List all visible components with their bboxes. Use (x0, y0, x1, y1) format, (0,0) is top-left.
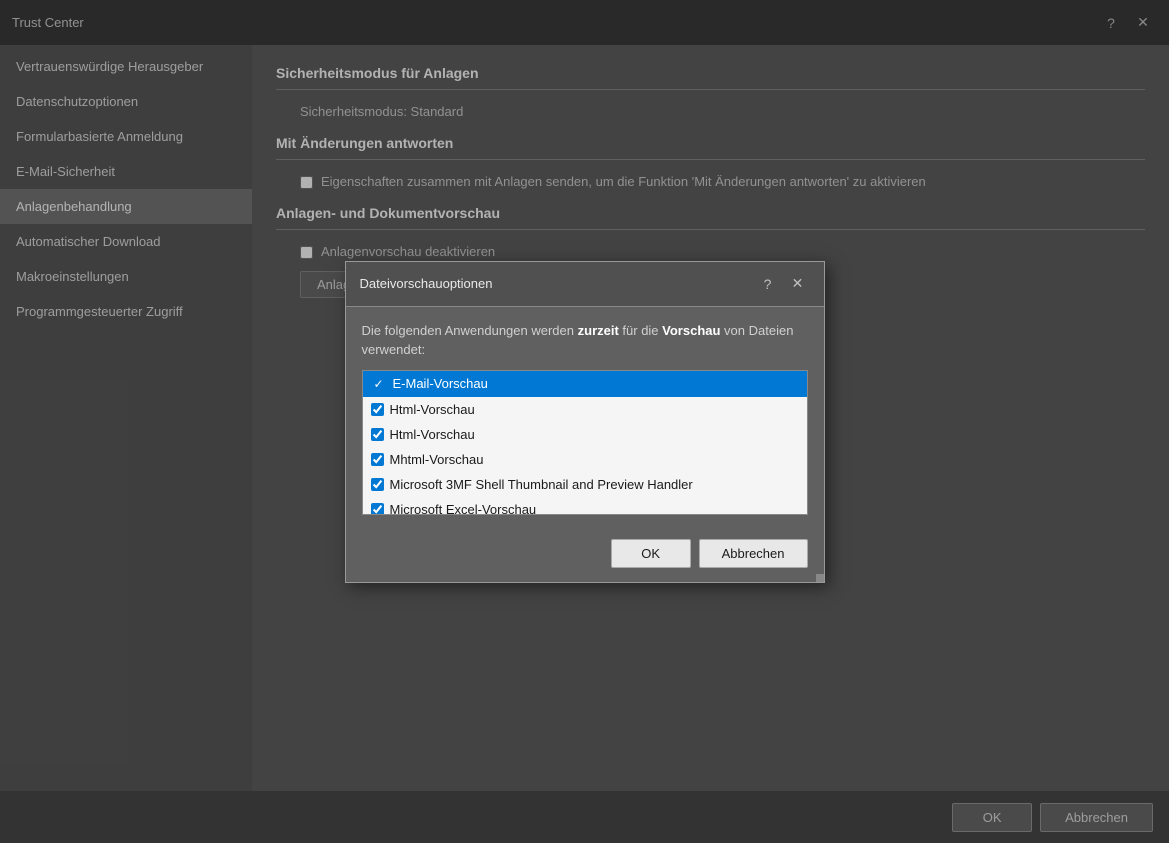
list-checkbox[interactable] (371, 453, 384, 466)
dialog-description: Die folgenden Anwendungen werden zurzeit… (362, 321, 808, 360)
list-item-label: E-Mail-Vorschau (393, 376, 488, 391)
list-item[interactable]: ✓ E-Mail-Vorschau (363, 371, 807, 397)
list-item-label: Html-Vorschau (390, 402, 475, 417)
list-item[interactable]: Html-Vorschau (363, 397, 807, 422)
dialog-cancel-button[interactable]: Abbrechen (699, 539, 808, 568)
list-checkbox[interactable] (371, 403, 384, 416)
dialog-help-button[interactable]: ? (756, 272, 780, 296)
dialog-body: Die folgenden Anwendungen werden zurzeit… (346, 307, 824, 529)
dialog-title-bar: Dateivorschauoptionen ? ✕ (346, 262, 824, 307)
dialog-title-controls: ? ✕ (756, 272, 810, 296)
list-item[interactable]: Mhtml-Vorschau (363, 447, 807, 472)
check-icon: ✓ (371, 376, 387, 392)
dialog-title: Dateivorschauoptionen (360, 276, 493, 291)
list-item-label: Microsoft 3MF Shell Thumbnail and Previe… (390, 477, 693, 492)
dialog-footer: OK Abbrechen (346, 529, 824, 582)
dialog-overlay: Dateivorschauoptionen ? ✕ Die folgenden … (0, 0, 1169, 843)
list-item-label: Mhtml-Vorschau (390, 452, 484, 467)
list-item-label: Html-Vorschau (390, 427, 475, 442)
list-item[interactable]: Html-Vorschau (363, 422, 807, 447)
list-item-label: Microsoft Excel-Vorschau (390, 502, 537, 515)
list-checkbox[interactable] (371, 428, 384, 441)
list-item[interactable]: Microsoft Excel-Vorschau (363, 497, 807, 515)
resize-handle[interactable] (816, 574, 824, 582)
list-checkbox[interactable] (371, 503, 384, 515)
dialog-ok-button[interactable]: OK (611, 539, 691, 568)
dialog-close-button[interactable]: ✕ (786, 272, 810, 296)
preview-list[interactable]: ✓ E-Mail-Vorschau Html-Vorschau Html-Vor… (362, 370, 808, 515)
file-preview-dialog: Dateivorschauoptionen ? ✕ Die folgenden … (345, 261, 825, 583)
list-item[interactable]: Microsoft 3MF Shell Thumbnail and Previe… (363, 472, 807, 497)
list-checkbox[interactable] (371, 478, 384, 491)
